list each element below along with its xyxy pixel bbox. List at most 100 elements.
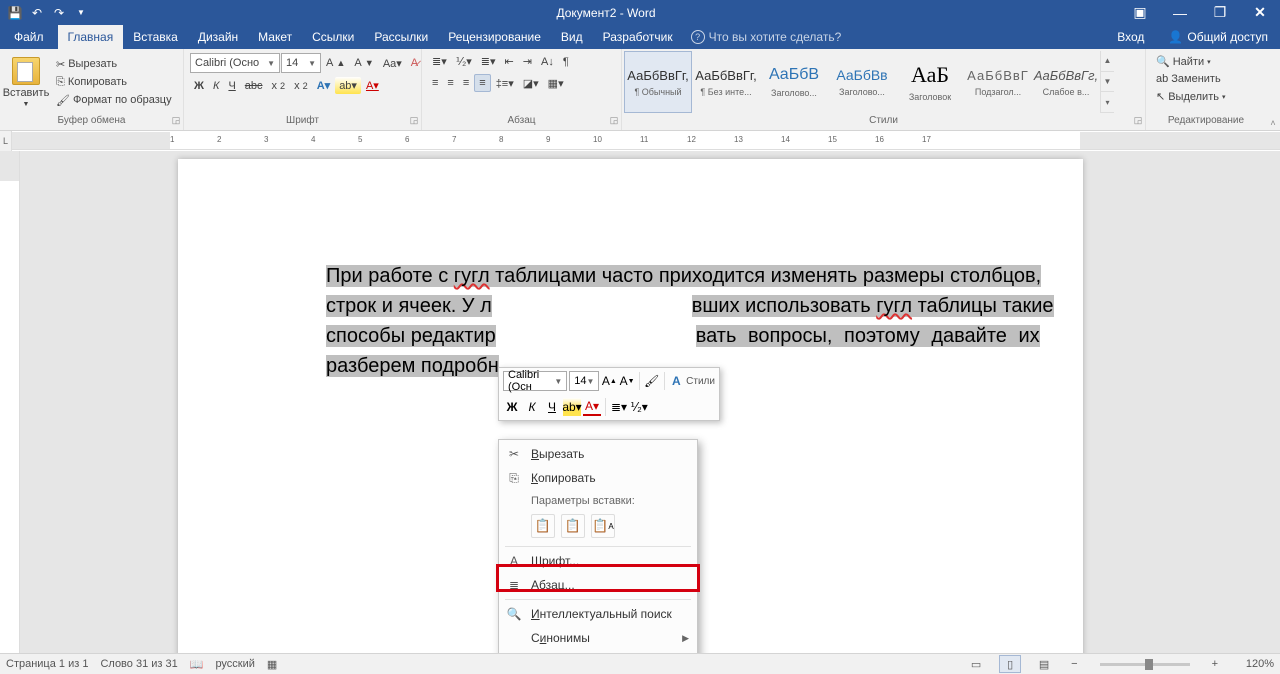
ctx-copy[interactable]: ⎘Копировать bbox=[499, 466, 697, 490]
find-button[interactable]: 🔍Найти▾ bbox=[1152, 53, 1215, 70]
text-effects-button[interactable]: A▾ bbox=[313, 77, 334, 94]
save-icon[interactable]: 💾 bbox=[4, 3, 26, 23]
tab-references[interactable]: Ссылки bbox=[302, 25, 364, 49]
tab-file[interactable]: Файл bbox=[0, 25, 58, 49]
decrease-indent-button[interactable]: ⇤ bbox=[501, 53, 518, 70]
zoom-in-button[interactable]: + bbox=[1208, 658, 1222, 670]
paragraph-launcher[interactable]: ◲ bbox=[609, 115, 619, 125]
status-words[interactable]: Слово 31 из 31 bbox=[100, 658, 177, 670]
tab-review[interactable]: Рецензирование bbox=[438, 25, 551, 49]
tab-view[interactable]: Вид bbox=[551, 25, 593, 49]
paste-merge-icon[interactable]: 📋 bbox=[561, 514, 585, 538]
clipboard-launcher[interactable]: ◲ bbox=[171, 115, 181, 125]
web-layout-button[interactable]: ▤ bbox=[1033, 655, 1055, 673]
gallery-more-icon[interactable]: ▾ bbox=[1101, 92, 1114, 113]
zoom-slider[interactable] bbox=[1100, 663, 1190, 666]
mini-bold[interactable]: Ж bbox=[503, 398, 521, 416]
status-macro-icon[interactable]: ▦ bbox=[267, 658, 277, 671]
increase-indent-button[interactable]: ⇥ bbox=[519, 53, 536, 70]
mini-size-combo[interactable]: 14▼ bbox=[569, 371, 599, 391]
ribbon-display-icon[interactable]: ▣ bbox=[1120, 0, 1160, 25]
align-left-button[interactable]: ≡ bbox=[428, 75, 442, 91]
tab-mailings[interactable]: Рассылки bbox=[364, 25, 438, 49]
share-button[interactable]: 👤 Общий доступ bbox=[1156, 25, 1280, 49]
mini-styles[interactable]: A bbox=[668, 372, 684, 390]
font-size-combo[interactable]: 14▼ bbox=[281, 53, 321, 73]
ctx-cut[interactable]: ✂ВВырезатьырезать bbox=[499, 442, 697, 466]
mini-font-color[interactable]: A▾ bbox=[583, 398, 601, 416]
align-right-button[interactable]: ≡ bbox=[459, 75, 473, 91]
styles-launcher[interactable]: ◲ bbox=[1133, 115, 1143, 125]
replace-button[interactable]: abЗаменить bbox=[1152, 71, 1225, 87]
qat-more-icon[interactable]: ▼ bbox=[70, 3, 92, 23]
mini-underline[interactable]: Ч bbox=[543, 398, 561, 416]
multilevel-list-button[interactable]: ≣▾ bbox=[477, 53, 500, 70]
numbering-button[interactable]: ⅟₂▾ bbox=[452, 53, 476, 70]
line-spacing-button[interactable]: ‡≡▾ bbox=[492, 75, 518, 92]
superscript-button[interactable]: x2 bbox=[290, 78, 312, 94]
vertical-ruler[interactable] bbox=[0, 151, 20, 653]
style-heading2[interactable]: АаБбВвЗаголово... bbox=[828, 51, 896, 113]
close-icon[interactable]: ✕ bbox=[1240, 0, 1280, 25]
tab-home[interactable]: Главная bbox=[58, 25, 124, 49]
shrink-font-button[interactable]: A▼ bbox=[350, 55, 377, 71]
tab-design[interactable]: Дизайн bbox=[188, 25, 248, 49]
ctx-font[interactable]: AШрифт... bbox=[499, 549, 697, 573]
undo-icon[interactable]: ↶ bbox=[26, 3, 48, 23]
tab-insert[interactable]: Вставка bbox=[123, 25, 188, 49]
mini-highlight[interactable]: ab▾ bbox=[563, 398, 581, 416]
grow-font-button[interactable]: A▲ bbox=[322, 55, 349, 71]
subscript-button[interactable]: x2 bbox=[268, 78, 290, 94]
mini-font-combo[interactable]: Calibri (Осн▼ bbox=[503, 371, 567, 391]
clear-formatting-button[interactable]: A̷ bbox=[407, 55, 422, 71]
highlight-button[interactable]: ab▾ bbox=[335, 77, 361, 94]
tab-layout[interactable]: Макет bbox=[248, 25, 302, 49]
format-painter-button[interactable]: 🖌Формат по образцу bbox=[52, 92, 176, 109]
select-button[interactable]: ↖Выделить▾ bbox=[1152, 88, 1229, 105]
style-subtitle[interactable]: АаБбВвГПодзагол... bbox=[964, 51, 1032, 113]
read-mode-button[interactable]: ▭ bbox=[965, 655, 987, 673]
copy-button[interactable]: ⎘Копировать bbox=[52, 74, 176, 91]
style-heading1[interactable]: АаБбВЗаголово... bbox=[760, 51, 828, 113]
status-page[interactable]: Страница 1 из 1 bbox=[6, 658, 88, 670]
paste-text-only-icon[interactable]: 📋A bbox=[591, 514, 615, 538]
style-normal[interactable]: АаБбВвГг,¶ Обычный bbox=[624, 51, 692, 113]
bullets-button[interactable]: ≣▾ bbox=[428, 53, 451, 70]
justify-button[interactable]: ≡ bbox=[474, 74, 490, 92]
status-language[interactable]: русский bbox=[215, 658, 254, 670]
minimize-icon[interactable]: — bbox=[1160, 0, 1200, 25]
show-marks-button[interactable]: ¶ bbox=[559, 54, 573, 70]
mini-numbering[interactable]: ⅟₂▾ bbox=[630, 398, 648, 416]
tab-selector[interactable]: L bbox=[0, 131, 12, 151]
font-color-button[interactable]: A▾ bbox=[362, 77, 383, 94]
print-layout-button[interactable]: ▯ bbox=[999, 655, 1021, 673]
ctx-translate[interactable]: 🌐Перевод bbox=[499, 650, 697, 653]
gallery-down-icon[interactable]: ▼ bbox=[1101, 72, 1114, 93]
tab-developer[interactable]: Разработчик bbox=[593, 25, 683, 49]
font-launcher[interactable]: ◲ bbox=[409, 115, 419, 125]
shading-button[interactable]: ◪▾ bbox=[519, 75, 543, 92]
restore-icon[interactable]: ❐ bbox=[1200, 0, 1240, 25]
ctx-smart-lookup[interactable]: 🔍Интеллектуальный поиск bbox=[499, 602, 697, 626]
mini-shrink-font[interactable]: A▼ bbox=[619, 372, 635, 390]
strikethrough-button[interactable]: abc bbox=[241, 78, 267, 94]
paste-keep-source-icon[interactable]: 📋 bbox=[531, 514, 555, 538]
tell-me-input[interactable]: ? Что вы хотите сделать? bbox=[683, 25, 850, 49]
paste-button[interactable]: Вставить ▼ bbox=[4, 57, 48, 108]
status-proofing-icon[interactable]: 📖 bbox=[190, 658, 204, 671]
borders-button[interactable]: ▦▾ bbox=[544, 75, 568, 92]
align-center-button[interactable]: ≡ bbox=[443, 75, 457, 91]
redo-icon[interactable]: ↷ bbox=[48, 3, 70, 23]
horizontal-ruler[interactable]: 1234567891011121314151617 bbox=[12, 132, 1280, 150]
mini-italic[interactable]: К bbox=[523, 398, 541, 416]
ctx-synonyms[interactable]: Синонимы▶ bbox=[499, 626, 697, 650]
font-name-combo[interactable]: Calibri (Осно▼ bbox=[190, 53, 280, 73]
change-case-button[interactable]: Aa▾ bbox=[379, 55, 406, 72]
italic-button[interactable]: К bbox=[209, 78, 223, 94]
mini-format-painter[interactable]: 🖌 bbox=[644, 372, 660, 390]
mini-grow-font[interactable]: A▲ bbox=[601, 372, 617, 390]
underline-button[interactable]: Ч bbox=[224, 78, 239, 94]
collapse-ribbon-icon[interactable]: ˄ bbox=[1266, 49, 1280, 130]
mini-bullets[interactable]: ≣▾ bbox=[610, 398, 628, 416]
ctx-paragraph[interactable]: ≣Абзац... bbox=[499, 573, 697, 597]
